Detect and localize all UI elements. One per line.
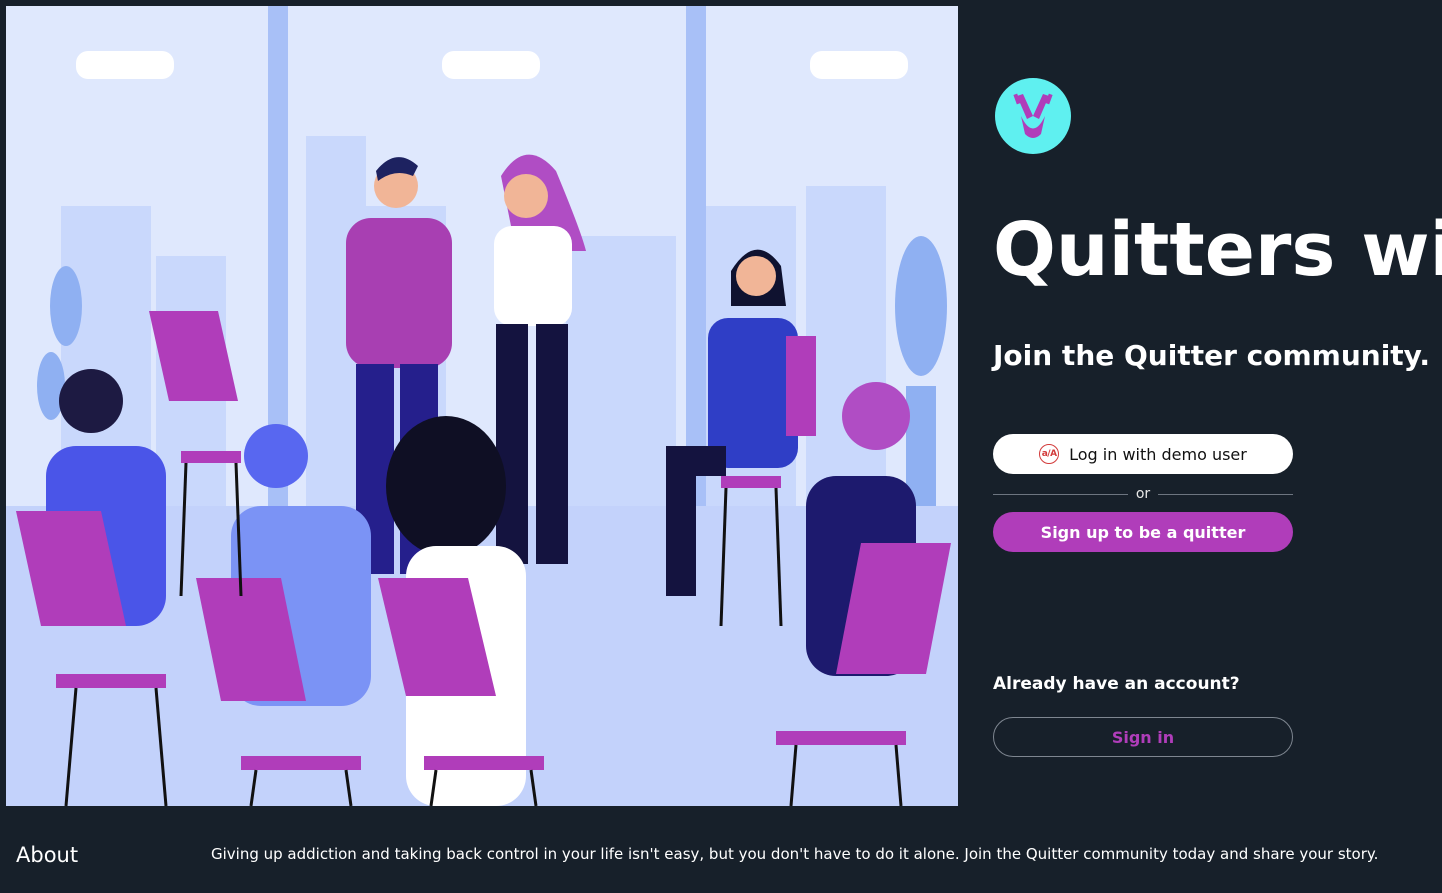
signup-label: Sign up to be a quitter bbox=[1040, 522, 1246, 542]
auth-panel: Quitters win Join the Quitter community.… bbox=[993, 0, 1442, 806]
demo-login-button[interactable]: a/A Log in with demo user bbox=[993, 434, 1293, 474]
support-group-illustration bbox=[6, 6, 958, 806]
page-title: Quitters win bbox=[993, 207, 1442, 293]
or-divider: or bbox=[993, 484, 1294, 504]
about-link[interactable]: About bbox=[16, 843, 78, 867]
divider-label: or bbox=[1135, 486, 1151, 502]
app-academy-icon: a/A bbox=[1039, 444, 1060, 464]
about-text: Giving up addiction and taking back cont… bbox=[211, 845, 1379, 863]
divider-line-right bbox=[1158, 493, 1294, 495]
quitter-logo-icon bbox=[995, 78, 1071, 154]
demo-login-label: Log in with demo user bbox=[1069, 444, 1247, 464]
signup-button[interactable]: Sign up to be a quitter bbox=[993, 512, 1293, 552]
signin-label: Sign in bbox=[1111, 727, 1175, 747]
hero-illustration bbox=[6, 6, 958, 806]
divider-line-left bbox=[993, 493, 1128, 495]
already-account-label: Already have an account? bbox=[993, 674, 1240, 694]
page-subtitle: Join the Quitter community. bbox=[993, 339, 1430, 372]
signin-button[interactable]: Sign in bbox=[993, 717, 1293, 757]
